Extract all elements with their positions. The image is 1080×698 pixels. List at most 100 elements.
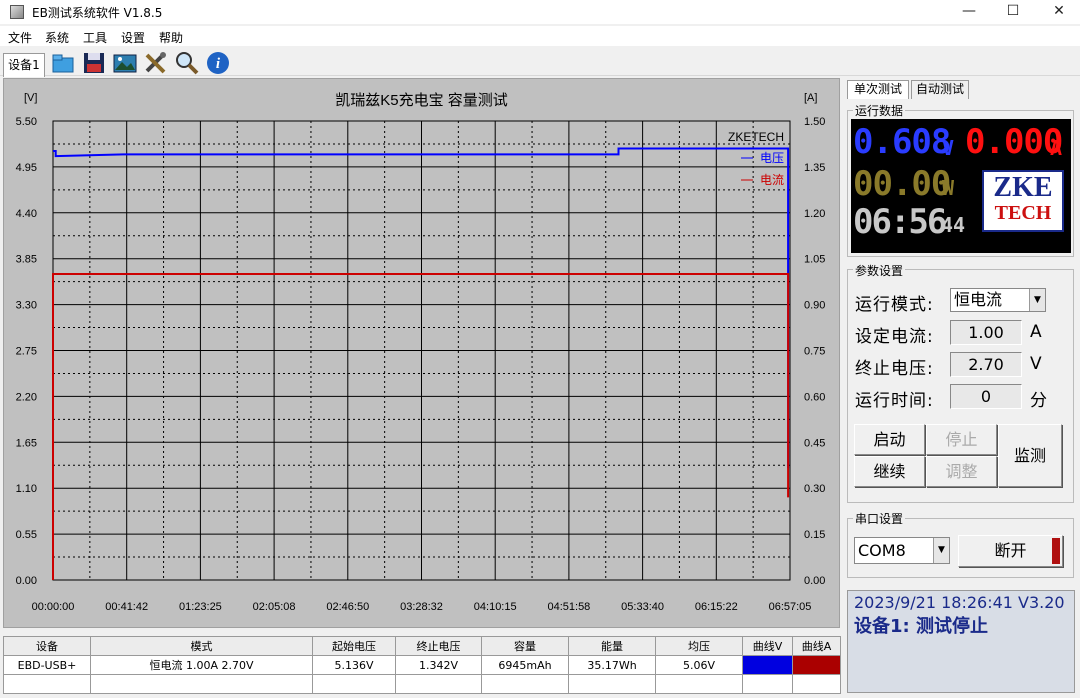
cell-end-voltage[interactable]: 1.342V [395, 655, 482, 675]
table-row[interactable]: EBD-USB+ 恒电流 1.00A 2.70V 5.136V 1.342V 6… [3, 655, 841, 675]
y-left-tick: 4.95 [16, 162, 37, 174]
col-energy: 能量 [568, 636, 656, 656]
x-tick: 00:41:42 [105, 601, 148, 613]
y-right-tick: 0.00 [804, 575, 825, 587]
continue-button[interactable]: 继续 [854, 456, 925, 487]
y-left-tick: 3.30 [16, 300, 37, 312]
legend-label: 电压 [760, 151, 784, 165]
status-datetime: 2023/9/21 18:26:41 [854, 593, 1013, 612]
menu-help[interactable]: 帮助 [159, 29, 183, 46]
mode-label: 运行模式: [855, 295, 934, 315]
run-time-input[interactable]: 0 [950, 384, 1022, 409]
adjust-button[interactable]: 调整 [926, 456, 997, 487]
status-message: 设备1: 测试停止 [854, 616, 988, 637]
start-button[interactable]: 启动 [854, 424, 925, 455]
elapsed-seconds-readout: 44 [941, 213, 966, 237]
col-mode: 模式 [90, 636, 313, 656]
y-right-unit: [A] [804, 92, 817, 104]
y-left-tick: 3.85 [16, 254, 37, 266]
menu-settings[interactable]: 设置 [121, 29, 145, 46]
disconnect-button[interactable]: 断开 [958, 535, 1063, 567]
chart-watermark: ZKETECH [728, 130, 784, 144]
com-port-select[interactable]: COM8 ▼ [854, 537, 950, 564]
menu-tools[interactable]: 工具 [83, 29, 107, 46]
chevron-down-icon[interactable]: ▼ [1029, 289, 1045, 311]
col-end-voltage: 终止电压 [395, 636, 482, 656]
table-row-empty [3, 674, 841, 694]
power-readout: 00.00 [853, 164, 951, 204]
cell-energy[interactable]: 35.17Wh [568, 655, 656, 675]
maximize-button[interactable]: ☐ [990, 0, 1036, 24]
minimize-button[interactable]: — [946, 0, 992, 24]
firmware-version: V3.20 [1018, 593, 1065, 612]
chart-title: 凯瑞兹K5充电宝 容量测试 [335, 92, 508, 109]
cell-start-voltage[interactable]: 5.136V [312, 655, 396, 675]
y-left-tick: 1.10 [16, 483, 37, 495]
y-right-tick: 0.30 [804, 483, 825, 495]
stop-button[interactable]: 停止 [926, 424, 997, 455]
y-right-tick: 0.60 [804, 391, 825, 403]
run-data-title: 运行数据 [853, 102, 906, 119]
disconnect-label: 断开 [994, 541, 1027, 560]
y-right-tick: 0.45 [804, 437, 825, 449]
y-right-tick: 1.50 [804, 116, 825, 128]
tools-icon[interactable] [143, 50, 169, 76]
x-tick: 01:23:25 [179, 601, 222, 613]
tab-single-test[interactable]: 单次测试 [847, 80, 909, 99]
x-tick: 02:46:50 [326, 601, 369, 613]
save-icon[interactable] [81, 50, 107, 76]
magnifier-icon[interactable] [174, 50, 200, 76]
set-current-label: 设定电流: [855, 327, 934, 347]
zke-logo: ZKE TECH [982, 170, 1064, 232]
col-capacity: 容量 [481, 636, 569, 656]
y-left-tick: 0.00 [16, 575, 37, 587]
open-folder-icon[interactable] [50, 50, 76, 76]
picture-icon[interactable] [112, 50, 138, 76]
set-current-unit: A [1030, 322, 1042, 342]
window-title: EB测试系统软件 V1.8.5 [32, 6, 163, 20]
mode-select[interactable]: 恒电流 ▼ [950, 288, 1046, 312]
current-readout: 0.000 [965, 122, 1063, 162]
col-avg-voltage: 均压 [655, 636, 743, 656]
voltage-unit: V [942, 136, 955, 160]
info-icon[interactable]: i [205, 50, 231, 76]
tab-auto-test[interactable]: 自动测试 [911, 80, 969, 99]
cell-curve-v-color[interactable] [742, 655, 793, 675]
close-button[interactable]: ✕ [1036, 0, 1080, 24]
x-tick: 06:57:05 [769, 601, 812, 613]
cutoff-voltage-unit: V [1030, 354, 1042, 374]
chart: 凯瑞兹K5充电宝 容量测试 [V] [A] 5.50 4.95 4.40 3.85 3.30 2… [16, 92, 826, 613]
run-time-label: 运行时间: [855, 391, 934, 411]
cell-mode[interactable]: 恒电流 1.00A 2.70V [90, 655, 313, 675]
chevron-down-icon[interactable]: ▼ [933, 538, 949, 563]
cell-avg-voltage[interactable]: 5.06V [655, 655, 743, 675]
y-right-tick: 1.35 [804, 162, 825, 174]
y-right-tick: 1.20 [804, 208, 825, 220]
connection-indicator [1052, 538, 1060, 564]
set-current-input[interactable]: 1.00 [950, 320, 1022, 345]
cell-capacity[interactable]: 6945mAh [481, 655, 569, 675]
y-right-tick: 0.90 [804, 300, 825, 312]
params-title: 参数设置 [853, 262, 906, 279]
y-left-unit: [V] [24, 92, 37, 104]
col-curve-v: 曲线V [742, 636, 793, 656]
x-tick: 04:51:58 [547, 601, 590, 613]
result-table: 设备 模式 起始电压 终止电压 容量 能量 均压 曲线V 曲线A EBD-USB… [3, 636, 841, 694]
menu-file[interactable]: 文件 [8, 29, 32, 46]
monitor-button[interactable]: 监测 [998, 424, 1062, 487]
y-left-tick: 4.40 [16, 208, 37, 220]
cell-curve-a-color[interactable] [792, 655, 841, 675]
serial-title: 串口设置 [853, 510, 906, 527]
menu-system[interactable]: 系统 [45, 29, 69, 46]
tab-device1[interactable]: 设备1 [3, 53, 45, 77]
x-tick: 00:00:00 [32, 601, 75, 613]
y-right-tick: 1.05 [804, 254, 825, 266]
cutoff-voltage-input[interactable]: 2.70 [950, 352, 1022, 377]
cell-device[interactable]: EBD-USB+ [3, 655, 91, 675]
col-curve-a: 曲线A [792, 636, 841, 656]
y-left-tick: 1.65 [16, 437, 37, 449]
legend-label: 电流 [760, 173, 784, 187]
chart-panel: 凯瑞兹K5充电宝 容量测试 [V] [A] 5.50 4.95 4.40 3.85 3.30 2… [3, 78, 840, 628]
y-left-tick: 2.20 [16, 391, 37, 403]
y-right-tick: 0.15 [804, 529, 825, 541]
